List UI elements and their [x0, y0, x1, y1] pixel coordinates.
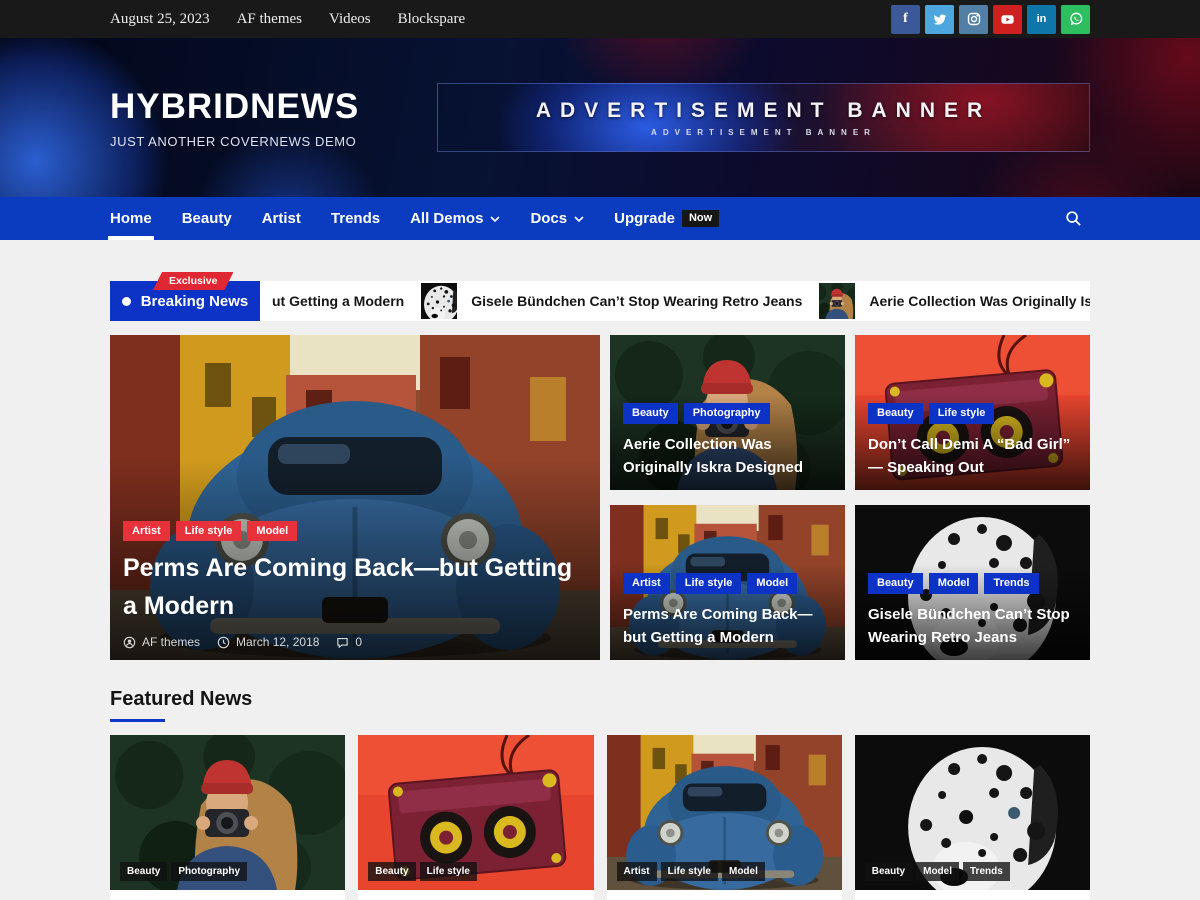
- whatsapp-icon[interactable]: [1061, 5, 1090, 34]
- instagram-icon[interactable]: [959, 5, 988, 34]
- topbar-link-videos[interactable]: Videos: [329, 11, 371, 28]
- ad-banner-line2: ADVERTISEMENT BANNER: [651, 128, 876, 137]
- featured-card[interactable]: Beauty Life style: [358, 735, 593, 900]
- tag-artist[interactable]: Artist: [617, 862, 657, 881]
- featured-card[interactable]: Beauty Photography: [110, 735, 345, 900]
- site-header: HYBRIDNEWS JUST ANOTHER COVERNEWS DEMO A…: [0, 38, 1200, 197]
- post-title[interactable]: Perms Are Coming Back—but Getting a Mode…: [623, 603, 832, 650]
- featured-card[interactable]: Artist Life style Model: [607, 735, 842, 900]
- tag-artist[interactable]: Artist: [623, 573, 670, 593]
- tag-model[interactable]: Model: [747, 573, 797, 593]
- tag-model[interactable]: Model: [916, 862, 959, 881]
- nav-item-all-demos[interactable]: All Demos: [410, 197, 500, 240]
- post-comments: 0: [336, 635, 362, 649]
- featured-card[interactable]: Beauty Model Trends: [855, 735, 1090, 900]
- grid-post-gisele[interactable]: Beauty Model Trends Gisele Bündchen Can’…: [855, 505, 1090, 660]
- tag-lifestyle[interactable]: Life style: [176, 521, 242, 541]
- nav-item-artist[interactable]: Artist: [262, 197, 301, 240]
- post-title[interactable]: Gisele Bündchen Can’t Stop Wearing Retro…: [868, 603, 1077, 650]
- hero-post[interactable]: Artist Life style Model Perms Are Coming…: [110, 335, 600, 660]
- post-author: AF themes: [123, 635, 200, 649]
- heading-accent: [110, 719, 165, 722]
- topbar-link-blockspare[interactable]: Blockspare: [398, 11, 465, 28]
- ad-banner-line1: ADVERTISEMENT BANNER: [536, 99, 991, 123]
- site-title: HYBRIDNEWS: [110, 87, 359, 127]
- tag-trends[interactable]: Trends: [963, 862, 1010, 881]
- linkedin-icon[interactable]: in: [1027, 5, 1056, 34]
- topbar-link-afthemes[interactable]: AF themes: [237, 11, 302, 28]
- search-button[interactable]: [1065, 210, 1082, 227]
- clock-icon: [217, 636, 230, 649]
- bullet-dot-icon: [122, 297, 131, 306]
- site-logo[interactable]: HYBRIDNEWS JUST ANOTHER COVERNEWS DEMO: [110, 87, 359, 149]
- tag-beauty[interactable]: Beauty: [868, 573, 923, 593]
- nav-item-upgrade[interactable]: UpgradeNow: [614, 197, 719, 240]
- now-badge: Now: [682, 210, 719, 227]
- tag-photography[interactable]: Photography: [684, 403, 770, 423]
- nav-item-beauty[interactable]: Beauty: [182, 197, 232, 240]
- photographer-thumb: [819, 283, 855, 319]
- tag-beauty[interactable]: Beauty: [865, 862, 912, 881]
- chevron-down-icon: [490, 216, 500, 222]
- post-title[interactable]: Don’t Call Demi A “Bad Girl” — Speaking …: [868, 433, 1077, 480]
- tag-artist[interactable]: Artist: [123, 521, 170, 541]
- nav-item-docs[interactable]: Docs: [530, 197, 584, 240]
- tag-trends[interactable]: Trends: [984, 573, 1038, 593]
- tag-beauty[interactable]: Beauty: [868, 403, 923, 423]
- tag-lifestyle[interactable]: Life style: [420, 862, 477, 881]
- tag-model[interactable]: Model: [929, 573, 979, 593]
- facebook-icon[interactable]: f: [891, 5, 920, 34]
- search-icon: [1065, 210, 1082, 227]
- tag-lifestyle[interactable]: Life style: [661, 862, 718, 881]
- topbar-date: August 25, 2023: [110, 11, 210, 28]
- ticker-item[interactable]: ut Getting a Modern: [272, 293, 404, 309]
- ticker-item[interactable]: Gisele Bündchen Can’t Stop Wearing Retro…: [421, 283, 802, 319]
- youtube-icon[interactable]: [993, 5, 1022, 34]
- tag-model[interactable]: Model: [722, 862, 765, 881]
- post-date: March 12, 2018: [217, 635, 319, 649]
- exclusive-ribbon: Exclusive: [153, 272, 233, 290]
- section-heading: Featured News: [110, 688, 1090, 711]
- topbar: August 25, 2023 AF themes Videos Blocksp…: [0, 0, 1200, 38]
- grid-post-demi[interactable]: Beauty Life style Don’t Call Demi A “Bad…: [855, 335, 1090, 490]
- advertisement-banner[interactable]: ADVERTISEMENT BANNER ADVERTISEMENT BANNE…: [437, 83, 1090, 152]
- chevron-down-icon: [574, 216, 584, 222]
- author-icon: [123, 636, 136, 649]
- post-title[interactable]: Aerie Collection Was Originally Iskra De…: [623, 433, 832, 480]
- twitter-icon[interactable]: [925, 5, 954, 34]
- tag-model[interactable]: Model: [247, 521, 297, 541]
- grid-post-perms[interactable]: Artist Life style Model Perms Are Coming…: [610, 505, 845, 660]
- main-navigation: Home Beauty Artist Trends All Demos Docs…: [0, 197, 1200, 240]
- ticker-track: ut Getting a Modern Gisele Bündchen Can’…: [260, 281, 1090, 321]
- comment-icon: [336, 636, 349, 649]
- tag-lifestyle[interactable]: Life style: [929, 403, 995, 423]
- dalmatian-thumb: [421, 283, 457, 319]
- social-links: f in: [891, 5, 1090, 34]
- tag-beauty[interactable]: Beauty: [368, 862, 415, 881]
- nav-item-trends[interactable]: Trends: [331, 197, 380, 240]
- nav-item-home[interactable]: Home: [110, 197, 152, 240]
- site-tagline: JUST ANOTHER COVERNEWS DEMO: [110, 134, 359, 149]
- hero-post-title[interactable]: Perms Are Coming Back—but Getting a Mode…: [123, 550, 587, 625]
- tag-lifestyle[interactable]: Life style: [676, 573, 742, 593]
- grid-post-aerie[interactable]: Beauty Photography Aerie Collection Was …: [610, 335, 845, 490]
- breaking-news-ticker: Exclusive Breaking News ut Getting a Mod…: [110, 281, 1090, 321]
- tag-photography[interactable]: Photography: [171, 862, 247, 881]
- featured-news-section: Featured News Beauty Photography: [110, 688, 1090, 900]
- ticker-item[interactable]: Aerie Collection Was Originally Iskra De…: [819, 283, 1090, 319]
- tag-beauty[interactable]: Beauty: [623, 403, 678, 423]
- tag-beauty[interactable]: Beauty: [120, 862, 167, 881]
